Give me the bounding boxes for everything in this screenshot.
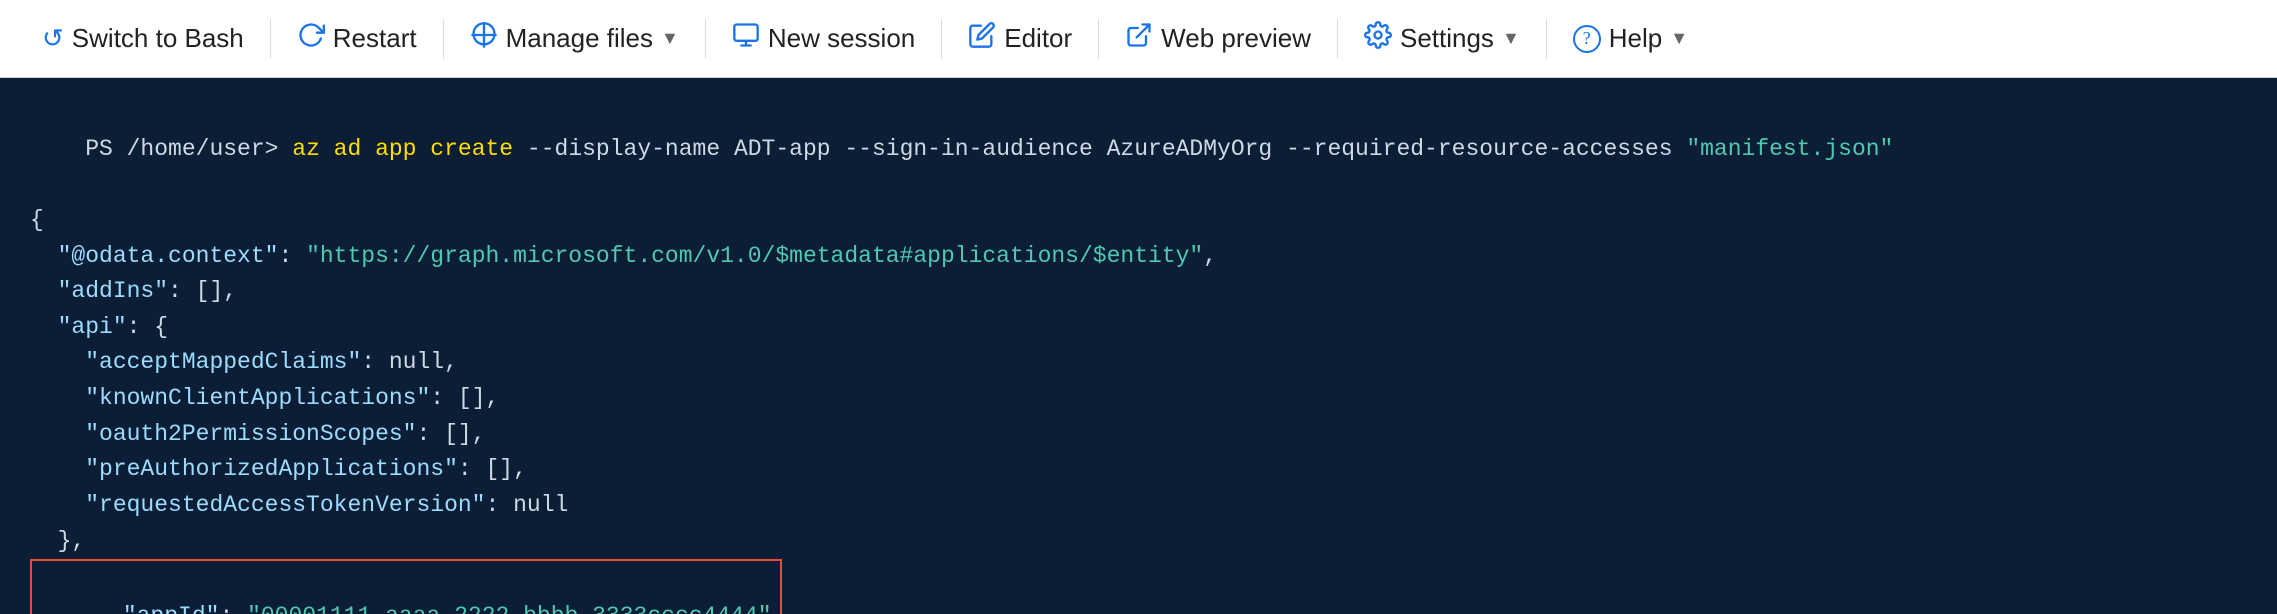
output-line-7: "preAuthorizedApplications": [], <box>30 452 2247 488</box>
help-chevron: ▼ <box>1670 28 1688 49</box>
output-line-9: }, <box>30 524 2247 560</box>
appid-value: "00001111-aaaa-2222-bbbb-3333cccc4444" <box>247 603 772 614</box>
output-line-3: "api": { <box>30 310 2247 346</box>
separator-4 <box>941 19 942 59</box>
command-file: "manifest.json" <box>1686 136 1893 162</box>
new-session-button[interactable]: New session <box>710 0 937 78</box>
command-line: PS /home/user> az ad app create --displa… <box>30 96 2247 203</box>
separator-5 <box>1098 19 1099 59</box>
new-session-icon <box>732 21 760 56</box>
settings-button[interactable]: Settings ▼ <box>1342 0 1542 78</box>
output-line-5: "knownClientApplications": [], <box>30 381 2247 417</box>
separator-3 <box>705 19 706 59</box>
web-preview-label: Web preview <box>1161 23 1311 54</box>
restart-label: Restart <box>333 23 417 54</box>
output-line-4: "acceptMappedClaims": null, <box>30 345 2247 381</box>
separator-2 <box>443 19 444 59</box>
output-line-appid: "appId": "00001111-aaaa-2222-bbbb-3333cc… <box>30 559 2247 614</box>
restart-icon <box>297 21 325 56</box>
output-line-0: { <box>30 203 2247 239</box>
output-line-8: "requestedAccessTokenVersion": null <box>30 488 2247 524</box>
appid-key: "appId" <box>123 603 220 614</box>
help-icon: ? <box>1573 25 1601 53</box>
manage-files-label: Manage files <box>506 23 653 54</box>
output-line-2: "addIns": [], <box>30 274 2247 310</box>
editor-icon <box>968 21 996 56</box>
terminal: PS /home/user> az ad app create --displa… <box>0 78 2277 614</box>
editor-button[interactable]: Editor <box>946 0 1094 78</box>
help-button[interactable]: ? Help ▼ <box>1551 0 1710 78</box>
settings-label: Settings <box>1400 23 1494 54</box>
prompt: PS /home/user> <box>85 136 292 162</box>
separator-6 <box>1337 19 1338 59</box>
manage-files-chevron: ▼ <box>661 28 679 49</box>
settings-icon <box>1364 21 1392 56</box>
manage-files-icon <box>470 21 498 56</box>
help-label: Help <box>1609 23 1662 54</box>
switch-bash-icon: ↺ <box>42 23 64 54</box>
switch-to-bash-button[interactable]: ↺ Switch to Bash <box>20 0 266 78</box>
separator-7 <box>1546 19 1547 59</box>
output-line-1: "@odata.context": "https://graph.microso… <box>30 239 2247 275</box>
manage-files-button[interactable]: Manage files ▼ <box>448 0 701 78</box>
toolbar: ↺ Switch to Bash Restart Manage files ▼ … <box>0 0 2277 78</box>
output-line-6: "oauth2PermissionScopes": [], <box>30 417 2247 453</box>
appid-highlighted: "appId": "00001111-aaaa-2222-bbbb-3333cc… <box>30 559 782 614</box>
restart-button[interactable]: Restart <box>275 0 439 78</box>
command: az ad app create <box>292 136 513 162</box>
editor-label: Editor <box>1004 23 1072 54</box>
switch-bash-label: Switch to Bash <box>72 23 244 54</box>
command-args: --display-name ADT-app --sign-in-audienc… <box>513 136 1686 162</box>
new-session-label: New session <box>768 23 915 54</box>
web-preview-icon <box>1125 21 1153 56</box>
web-preview-button[interactable]: Web preview <box>1103 0 1333 78</box>
separator-1 <box>270 19 271 59</box>
settings-chevron: ▼ <box>1502 28 1520 49</box>
